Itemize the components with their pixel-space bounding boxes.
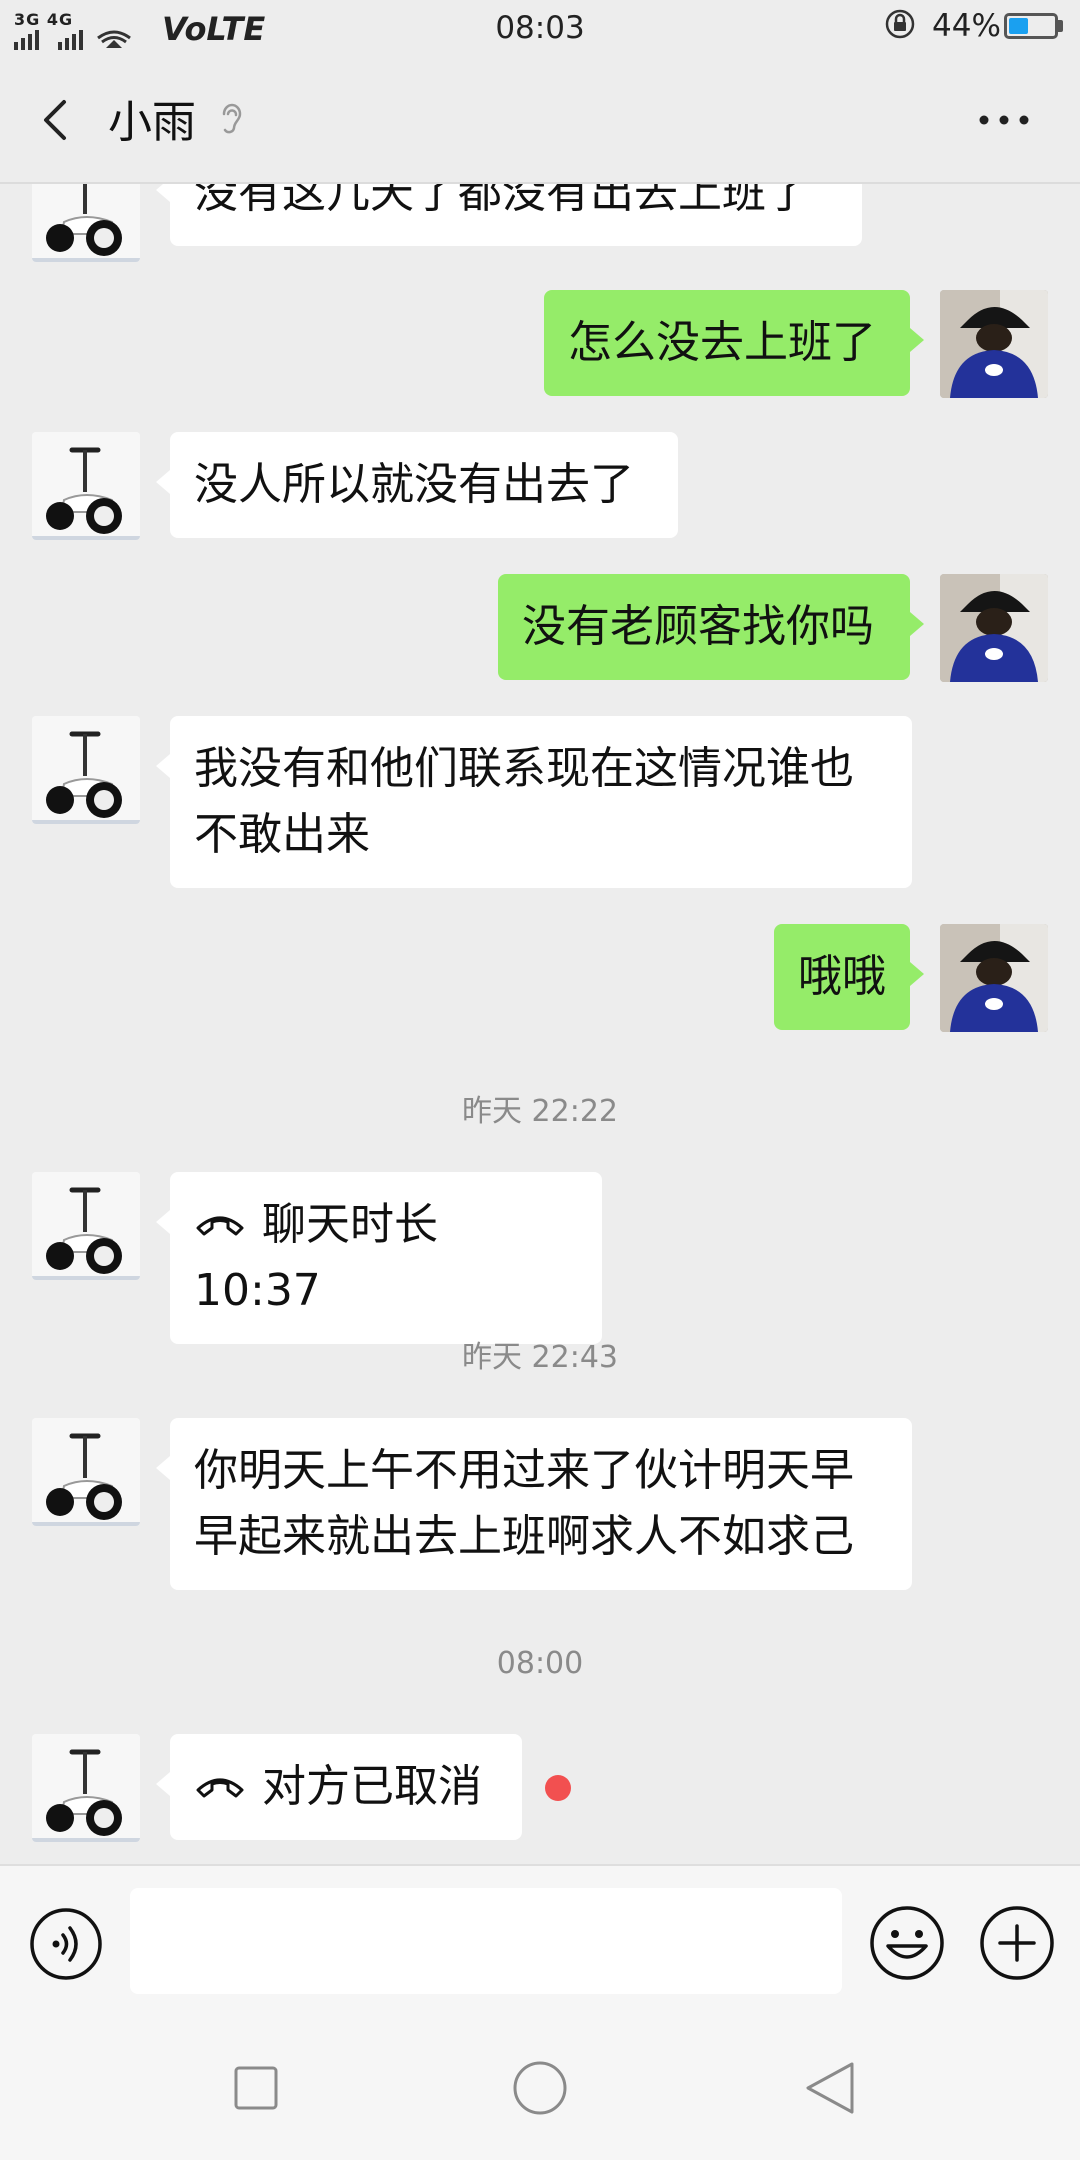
user-photo-icon	[940, 574, 1048, 682]
home-icon[interactable]	[512, 2060, 568, 2116]
input-bar	[0, 1864, 1080, 2016]
my-avatar[interactable]	[940, 290, 1048, 398]
outgoing-message[interactable]: 没有老顾客找你吗	[498, 574, 924, 680]
call-status-text: 对方已取消	[262, 1761, 482, 1812]
my-avatar[interactable]	[940, 924, 1048, 1032]
status-time: 08:03	[495, 10, 585, 46]
message-timestamp: 昨天 22:22	[462, 1094, 618, 1129]
outgoing-message[interactable]: 怎么没去上班了	[544, 290, 924, 396]
self-balancing-scooter-icon	[32, 1172, 140, 1280]
self-balancing-scooter-icon	[32, 1734, 140, 1842]
contact-avatar[interactable]	[32, 432, 140, 540]
contact-avatar[interactable]	[32, 184, 140, 262]
call-record-message[interactable]: 聊天时长 10:37	[156, 1172, 602, 1344]
recent-apps-icon[interactable]	[232, 2064, 280, 2112]
contact-avatar[interactable]	[32, 716, 140, 824]
self-balancing-scooter-icon	[32, 184, 140, 262]
back-triangle-icon[interactable]	[802, 2060, 858, 2116]
phone-hangup-icon	[196, 1778, 244, 1798]
incoming-message[interactable]: 你明天上午不用过来了伙计明天早早起来就出去上班啊求人不如求己	[156, 1418, 912, 1590]
more-icon[interactable]	[976, 100, 1032, 140]
incoming-message[interactable]: 我没有和他们联系现在这情况谁也不敢出来	[156, 716, 912, 888]
chat-message-list[interactable]: 没有这几天了都没有出去上班了 怎么没去上班了 没人所以就没有出去了 没有老顾客找…	[0, 184, 1080, 1864]
battery-fill	[1009, 18, 1028, 34]
user-photo-icon	[940, 924, 1048, 1032]
battery-percent: 44%	[932, 8, 1001, 44]
my-avatar[interactable]	[940, 574, 1048, 682]
self-balancing-scooter-icon	[32, 1418, 140, 1526]
self-balancing-scooter-icon	[32, 716, 140, 824]
back-arrow-icon[interactable]	[36, 96, 76, 144]
contact-avatar[interactable]	[32, 1418, 140, 1526]
battery-icon	[1004, 13, 1058, 39]
phone-hangup-icon	[196, 1216, 244, 1236]
contact-avatar[interactable]	[32, 1172, 140, 1280]
incoming-message[interactable]: 没有这几天了都没有出去上班了	[156, 184, 862, 246]
contact-name: 小雨	[108, 97, 196, 148]
emoji-icon[interactable]	[868, 1904, 946, 1982]
rotation-lock-icon	[885, 9, 915, 39]
call-record-message[interactable]: 对方已取消	[156, 1734, 522, 1840]
user-photo-icon	[940, 290, 1048, 398]
system-nav-bar	[0, 2016, 1080, 2160]
chat-header: 小雨	[0, 56, 1080, 184]
message-timestamp: 昨天 22:43	[462, 1340, 618, 1375]
contact-avatar[interactable]	[32, 1734, 140, 1842]
message-input[interactable]	[130, 1888, 842, 1994]
self-balancing-scooter-icon	[32, 432, 140, 540]
incoming-message[interactable]: 没人所以就没有出去了	[156, 432, 678, 538]
plus-icon[interactable]	[978, 1904, 1056, 1982]
ear-icon	[222, 103, 242, 134]
unread-dot	[545, 1775, 571, 1801]
message-timestamp: 08:00	[496, 1646, 584, 1681]
status-bar: 3G 4G VoLTE 08:03 44%	[0, 0, 1080, 56]
voice-icon[interactable]	[28, 1906, 104, 1982]
battery-tip	[1058, 20, 1063, 32]
outgoing-message[interactable]: 哦哦	[774, 924, 924, 1030]
